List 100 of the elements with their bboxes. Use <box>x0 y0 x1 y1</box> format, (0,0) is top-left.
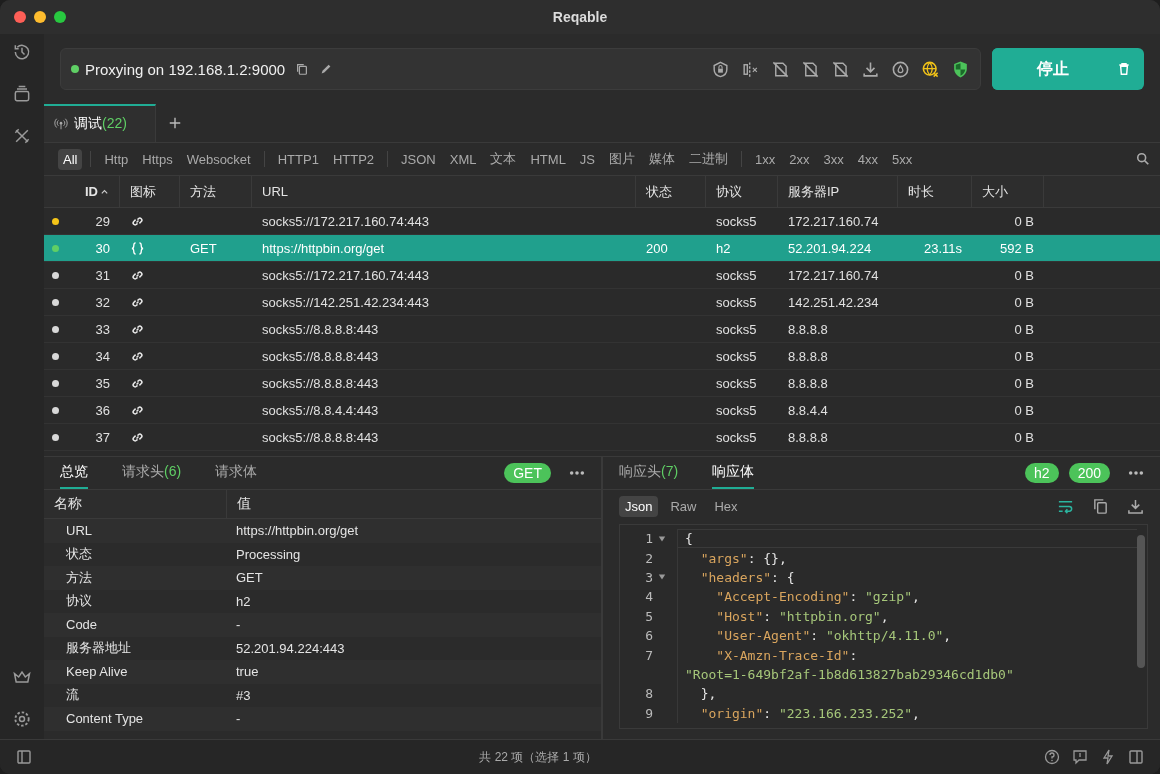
filter-chip[interactable]: 图片 <box>604 147 641 171</box>
request-row[interactable]: 37 socks5://8.8.8.8:443 socks5 8.8.8.8 0 B <box>44 424 1160 451</box>
code-editor[interactable] <box>619 524 1148 729</box>
sort-up-icon <box>100 187 109 196</box>
panel-tab[interactable]: 响应头(7) <box>619 457 679 489</box>
filter-chip[interactable]: 3xx <box>818 148 849 170</box>
filter-chip[interactable]: JS <box>574 148 601 170</box>
column-header: 名称 <box>44 490 227 518</box>
split-view-icon[interactable] <box>1128 749 1144 765</box>
table-cell: 30 <box>95 240 110 256</box>
table-cell: h2 <box>716 240 731 256</box>
column-header[interactable]: 协议 <box>706 176 778 207</box>
table-cell: 35 <box>95 375 110 391</box>
filter-chip[interactable]: 1xx <box>750 148 781 170</box>
zoom-button[interactable] <box>54 11 66 23</box>
filter-chip[interactable]: HTML <box>525 148 571 170</box>
panel-tab[interactable]: 响应体 <box>712 457 755 489</box>
field-name: 状态 <box>66 545 92 564</box>
more-icon[interactable] <box>1128 470 1144 476</box>
history-icon[interactable] <box>12 42 32 62</box>
request-row[interactable]: 33 socks5://8.8.8.8:443 socks5 8.8.8.8 0 B <box>44 316 1160 343</box>
field-name: Keep Alive <box>66 664 128 680</box>
stack-icon[interactable] <box>12 84 32 104</box>
close-button[interactable] <box>14 11 26 23</box>
filter-chip[interactable]: Https <box>137 148 178 170</box>
request-row[interactable]: 31 socks5://172.217.160.74:443 socks5 172.217.160.74 0 B <box>44 262 1160 289</box>
download-icon[interactable] <box>1127 497 1144 515</box>
split-icon[interactable] <box>741 59 760 79</box>
panel-tab[interactable]: 请求体 <box>215 457 258 489</box>
field-name: 服务器地址 <box>66 639 131 658</box>
download-icon[interactable] <box>861 59 880 79</box>
fold-caret-icon[interactable] <box>658 573 666 582</box>
table-cell: 8.8.8.8 <box>788 429 828 445</box>
table-cell: socks5 <box>716 294 757 310</box>
file-off-icon[interactable] <box>771 59 790 79</box>
table-cell: socks5://8.8.8.8:443 <box>262 321 379 337</box>
code-line: "Accept-Encoding": "gzip", <box>715 588 921 607</box>
feedback-icon[interactable] <box>1072 749 1088 765</box>
request-row[interactable]: 35 socks5://8.8.8.8:443 socks5 8.8.8.8 0 B <box>44 370 1160 397</box>
line-number: 7 <box>645 647 653 663</box>
filter-chip[interactable]: Websocket <box>181 148 256 170</box>
filter-chip[interactable]: 5xx <box>886 148 918 170</box>
shield-icon[interactable] <box>951 59 970 79</box>
field-name: Code <box>66 617 98 633</box>
code-line: "Root=1-649bf2af-1b8d613827bab29346cd1db0" <box>684 665 1015 684</box>
code-line: "Host": "httpbin.org", <box>715 607 890 626</box>
column-header[interactable]: 状态 <box>636 176 706 207</box>
filter-chip[interactable]: 文本 <box>485 147 522 171</box>
request-row[interactable]: 34 socks5://8.8.8.8:443 socks5 8.8.8.8 0 B <box>44 343 1160 370</box>
shield-lock-icon[interactable] <box>711 59 730 79</box>
trash-icon[interactable] <box>1116 61 1132 77</box>
filter-chip[interactable]: HTTP1 <box>272 148 324 170</box>
column-header[interactable]: URL <box>252 176 636 207</box>
column-header[interactable]: 时长 <box>898 176 972 207</box>
tab-label: 调试(22) <box>74 115 127 133</box>
method-badge: GET <box>504 463 551 483</box>
column-header[interactable]: 服务器IP <box>778 176 898 207</box>
table-cell: 31 <box>95 267 110 283</box>
copy-icon[interactable] <box>295 62 310 76</box>
column-header[interactable]: ID <box>72 176 120 207</box>
drop-icon[interactable] <box>891 59 910 79</box>
filter-chip[interactable]: JSON <box>396 148 441 170</box>
request-row[interactable]: 36 socks5://8.8.4.4:443 socks5 8.8.4.4 0 B <box>44 397 1160 424</box>
help-icon[interactable] <box>1044 749 1060 765</box>
filter-chip[interactable]: 媒体 <box>644 147 681 171</box>
panel-tab[interactable]: 请求头(6) <box>122 457 182 489</box>
field-name: URL <box>66 523 92 539</box>
session-tab[interactable]: 调试(22) <box>44 104 156 142</box>
filter-chip[interactable]: XML <box>444 148 482 170</box>
filter-chip[interactable]: 2xx <box>784 148 815 170</box>
column-header[interactable]: 图标 <box>120 176 180 207</box>
copy-icon[interactable] <box>1092 497 1109 515</box>
filter-chip[interactable]: Http <box>99 148 134 170</box>
filter-chip[interactable]: All <box>58 148 83 170</box>
tools-icon[interactable] <box>12 126 32 146</box>
more-icon[interactable] <box>569 470 585 476</box>
table-cell: 0 B <box>1014 429 1034 445</box>
filter-chip[interactable]: 二进制 <box>684 147 734 171</box>
column-header[interactable]: 大小 <box>972 176 1044 207</box>
filter-chip[interactable]: HTTP2 <box>327 148 380 170</box>
add-tab-icon[interactable] <box>167 116 182 130</box>
format-tab[interactable]: Raw <box>664 495 703 517</box>
line-number: 9 <box>645 705 653 721</box>
settings-icon[interactable] <box>12 709 32 729</box>
format-tab[interactable]: Json <box>619 495 659 517</box>
scrollbar[interactable] <box>1137 535 1145 668</box>
lightning-icon[interactable] <box>1100 749 1116 765</box>
minimize-button[interactable] <box>34 11 46 23</box>
format-tab[interactable]: Hex <box>708 495 744 517</box>
table-cell: 32 <box>95 294 110 310</box>
line-number: 1 <box>645 531 653 547</box>
column-header[interactable]: 方法 <box>180 176 252 207</box>
table-cell: socks5 <box>716 375 757 391</box>
request-row[interactable]: 32 socks5://142.251.42.234:443 socks5 142.251.42.234 0 B <box>44 289 1160 316</box>
fold-caret-icon[interactable] <box>658 534 666 543</box>
globe-icon[interactable] <box>921 59 940 79</box>
table-cell: 142.251.42.234 <box>788 294 879 310</box>
sidebar-toggle-icon[interactable] <box>16 749 32 765</box>
search-icon[interactable] <box>1136 152 1150 166</box>
filter-chip[interactable]: 4xx <box>852 148 883 170</box>
